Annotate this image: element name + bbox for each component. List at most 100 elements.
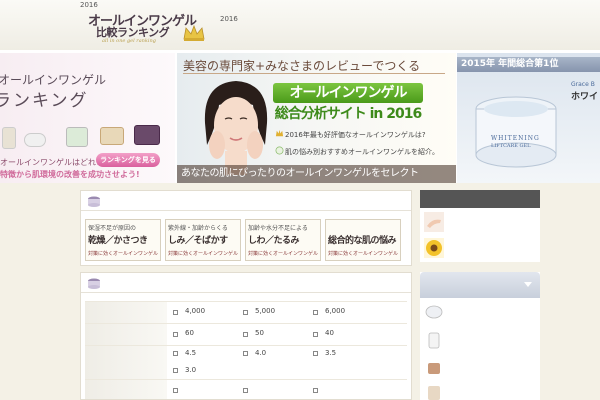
slide-main-headline: オールインワンゲル [273, 83, 423, 103]
product-thumb-image[interactable] [424, 330, 444, 350]
checkbox[interactable] [173, 351, 178, 356]
tile-cause: 保湿不足が原因の [88, 225, 137, 232]
product-thumb-image[interactable] [424, 302, 444, 322]
filter-option[interactable]: 3.5 [313, 346, 383, 363]
checkbox[interactable] [243, 388, 248, 393]
chevron-down-icon[interactable] [524, 282, 532, 287]
filter-option[interactable]: 40 [313, 324, 383, 345]
product-jar-image [134, 125, 160, 145]
checkbox[interactable] [313, 388, 318, 393]
checkbox[interactable] [243, 332, 248, 337]
filter-option[interactable] [173, 380, 243, 399]
product-thumb-image[interactable] [424, 382, 444, 400]
checkbox[interactable] [173, 368, 178, 373]
option-label: 5,000 [255, 307, 276, 315]
crown-icon [183, 24, 205, 41]
checkbox[interactable] [173, 332, 178, 337]
filter-panel: 4,000 5,000 6,000 60 50 40 4.5 4.0 3.5 3… [80, 272, 412, 400]
option-label: 4,000 [185, 307, 206, 315]
slide-ranking-caption: 特徴から肌環境の改善を成功させよう! [0, 170, 140, 179]
sidebar-ranking-panel [420, 272, 540, 400]
tile-title: しみ／そばかす [168, 236, 228, 246]
checkbox[interactable] [313, 310, 318, 315]
option-label: 3.0 [185, 366, 197, 374]
option-label: 3.5 [325, 349, 337, 357]
carousel-indicators [305, 179, 326, 183]
option-label: 6,000 [325, 307, 346, 315]
slide-main-subheadline: 総合分析サイト in 2016 [274, 106, 422, 122]
tile-caption: 対策に効くオールインワンゲル [248, 251, 319, 257]
filter-row-label [85, 380, 167, 399]
checkbox[interactable] [173, 310, 178, 315]
view-ranking-button[interactable]: ランキングを見る [96, 153, 160, 167]
filter-option[interactable] [243, 380, 313, 399]
filter-row-label [85, 324, 167, 345]
checkbox[interactable] [313, 332, 318, 337]
tile-caption: 対策に効くオールインワンゲル [168, 251, 239, 257]
sidebar-ranking-header[interactable] [420, 272, 540, 298]
hand-image[interactable] [424, 212, 444, 232]
banner-slide-ranking[interactable]: オールインワンゲル ランキング オールインワンゲルはどれ? ランキングを見る 特… [0, 53, 175, 183]
slide-award-title: 2015年 年間総合第1位 [457, 57, 600, 72]
filter-option[interactable]: 60 [173, 324, 243, 345]
tile-title: しわ／たるみ [248, 236, 300, 246]
category-tile-spots[interactable]: 紫外線・加齢からくる しみ／そばかす 対策に効くオールインワンゲル [165, 219, 241, 261]
filter-row-capacity: 60 50 40 [85, 323, 407, 345]
filter-panel-header [81, 273, 411, 293]
category-tile-dryness[interactable]: 保湿不足が原因の 乾燥／かさつき 対策に効くオールインワンゲル [85, 219, 161, 261]
slide-main-title: 美容の専門家+みなさまのレビューでつくる [183, 59, 421, 73]
crown-icon [275, 129, 284, 137]
filter-option[interactable] [313, 380, 383, 399]
checkbox[interactable] [243, 310, 248, 315]
header-year-left: 2016 [80, 1, 98, 9]
product-jar-image [24, 133, 46, 147]
header-year-right: 2016 [220, 15, 238, 23]
sidebar-panel [420, 190, 540, 262]
model-face-image [204, 81, 268, 175]
leaf-icon [275, 146, 284, 155]
filter-row-label [85, 302, 167, 323]
option-label: 4.0 [255, 349, 267, 357]
product-jar-image [66, 127, 88, 147]
filter-option[interactable]: 4,000 [173, 302, 243, 323]
product-brand: Grace B [571, 81, 595, 88]
slide-ranking-title-line2: ランキング [0, 91, 89, 111]
tile-cause: 加齢や水分不足による [248, 225, 308, 232]
filter-option[interactable]: 50 [243, 324, 313, 345]
checkbox[interactable] [313, 351, 318, 356]
tile-caption: 対策に効くオールインワンゲル [328, 251, 399, 257]
logo-tagline: all in one gel ranking [102, 38, 156, 44]
slide-main-note-2: 肌の悩み別おすすめオールインワンゲルを紹介。 [285, 148, 439, 156]
product-jar-image [100, 127, 124, 145]
slide-main-note-1: 2016年最も好評価なオールインワンゲルは? [285, 131, 426, 139]
tile-title: 総合的な肌の悩み [328, 236, 397, 246]
filter-option[interactable]: 5,000 [243, 302, 313, 323]
site-logo[interactable]: オールインワンゲル 比較ランキング all in one gel ranking [84, 10, 206, 46]
category-tile-wrinkles[interactable]: 加齢や水分不足による しわ／たるみ 対策に効くオールインワンゲル [245, 219, 321, 261]
filter-option[interactable]: 3.0 [173, 363, 243, 380]
product-jar-image [2, 127, 16, 149]
filter-row-extra [85, 379, 407, 399]
checkbox[interactable] [173, 388, 178, 393]
category-panel-header [81, 191, 411, 211]
filter-row-rating: 4.5 4.0 3.5 3.0 [85, 345, 407, 379]
category-tiles: 保湿不足が原因の 乾燥／かさつき 対策に効くオールインワンゲル 紫外線・加齢から… [85, 219, 407, 261]
product-thumb-image[interactable] [424, 358, 444, 378]
checkbox[interactable] [243, 351, 248, 356]
sunflower-image[interactable] [424, 238, 444, 258]
filter-option[interactable]: 6,000 [313, 302, 383, 323]
banner-slide-main[interactable]: 美容の専門家+みなさまのレビューでつくる オールインワンゲル 総合分析サイト i… [177, 53, 456, 183]
filter-option[interactable]: 4.0 [243, 346, 313, 363]
jar-label-line1: WHITENING [491, 135, 540, 142]
divider [183, 73, 445, 74]
slide-ranking-question: オールインワンゲルはどれ? [0, 158, 101, 167]
option-label: 60 [185, 329, 194, 337]
filter-row-price: 4,000 5,000 6,000 [85, 301, 407, 323]
category-tile-overall[interactable]: 総合的な肌の悩み 対策に効くオールインワンゲル [325, 219, 401, 261]
banner-carousel: オールインワンゲル ランキング オールインワンゲルはどれ? ランキングを見る 特… [0, 50, 600, 183]
category-panel: 保湿不足が原因の 乾燥／かさつき 対策に効くオールインワンゲル 紫外線・加齢から… [80, 190, 412, 266]
banner-slide-top-product[interactable]: 2015年 年間総合第1位 WHITENING LIFTCARE GEL Gra… [457, 53, 600, 183]
tile-caption: 対策に効くオールインワンゲル [88, 251, 159, 257]
filter-option[interactable]: 4.5 [173, 346, 243, 363]
site-header: 2016 オールインワンゲル 比較ランキング all in one gel ra… [0, 0, 600, 50]
